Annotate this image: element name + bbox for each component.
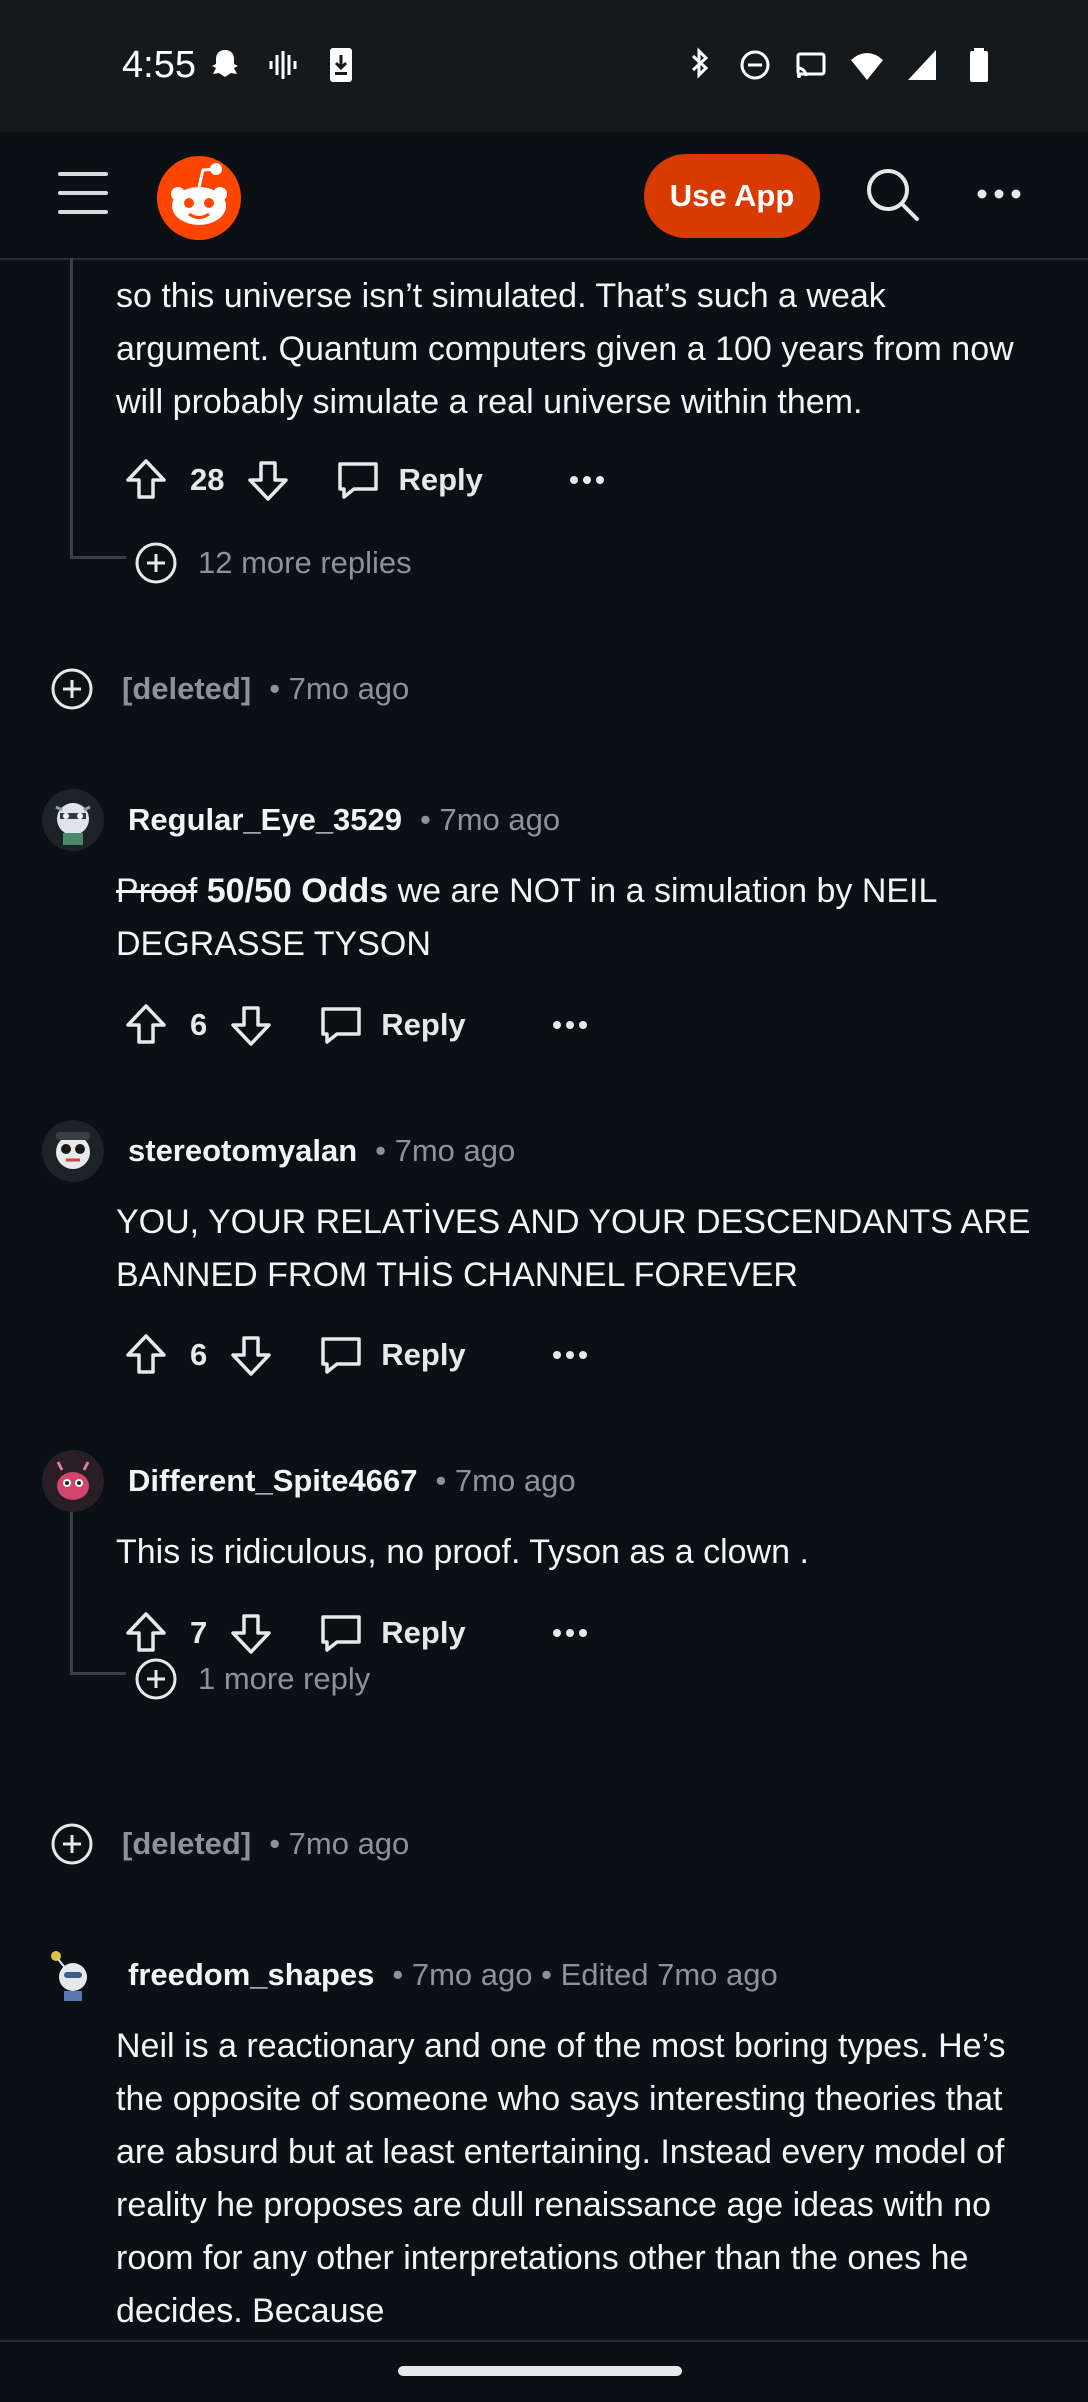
downvote-icon[interactable] — [227, 1331, 275, 1379]
status-bar: 4:55 — [0, 0, 1088, 132]
comment-header: stereotomyalan • 7mo ago — [42, 1120, 515, 1182]
comment-timestamp: • 7mo ago — [269, 671, 410, 706]
comment-body: YOU, YOUR RELATİVES AND YOUR DESCENDANTS… — [116, 1203, 1031, 1294]
comment-header: Regular_Eye_3529 • 7mo ago — [42, 789, 560, 851]
status-notification-icons — [208, 46, 358, 84]
thread-line[interactable] — [70, 258, 73, 558]
comment-body: Neil is a reactionary and one of the mos… — [116, 2027, 1006, 2330]
vote-count: 6 — [190, 1007, 208, 1042]
collapsed-comment[interactable]: [deleted] • 7mo ago — [50, 664, 409, 714]
comment-author[interactable]: Regular_Eye_3529 — [128, 802, 402, 838]
upvote-icon[interactable] — [122, 1609, 170, 1657]
reddit-logo[interactable] — [154, 152, 244, 242]
comment-body: This is ridiculous, no proof. Tyson as a… — [116, 1533, 809, 1571]
comment-author[interactable]: freedom_shapes — [128, 1957, 374, 1993]
download-phone-icon — [330, 48, 352, 82]
cast-icon — [796, 52, 826, 78]
comment-strike-text: Proof — [116, 872, 198, 910]
vote-count: 28 — [190, 462, 225, 497]
wifi-icon — [851, 53, 883, 80]
more-replies-link[interactable]: 1 more reply — [134, 1654, 370, 1704]
app-bar: Use App — [0, 132, 1088, 260]
reply-button[interactable]: Reply — [334, 456, 483, 504]
upvote-icon[interactable] — [122, 1331, 170, 1379]
comment-actions: 6 Reply — [122, 1326, 588, 1384]
comment-actions: 28 Reply — [122, 451, 605, 509]
comment-body: so this universe isn’t simulated. That’s… — [116, 277, 1014, 421]
expand-plus-icon — [135, 1658, 177, 1700]
snapchat-icon — [212, 50, 238, 77]
avatar[interactable] — [42, 1944, 104, 2006]
comment-header: freedom_shapes • 7mo ago • Edited 7mo ag… — [42, 1944, 778, 2006]
upvote-icon[interactable] — [122, 1001, 170, 1049]
do-not-disturb-icon — [740, 50, 770, 80]
reply-label: Reply — [381, 1007, 466, 1042]
more-replies-label: 1 more reply — [198, 1661, 371, 1696]
collapsed-comment[interactable]: [deleted] • 7mo ago — [50, 1819, 409, 1869]
reply-label: Reply — [381, 1615, 466, 1650]
more-replies-link[interactable]: 12 more replies — [134, 538, 412, 588]
expand-plus-icon[interactable] — [50, 667, 94, 711]
comment-timestamp: • 7mo ago — [375, 1133, 516, 1168]
home-gesture-handle[interactable] — [398, 2366, 682, 2376]
voicemail-waves-icon — [269, 51, 297, 79]
thread-connector — [70, 556, 126, 559]
downvote-icon[interactable] — [227, 1609, 275, 1657]
comment-more-icon[interactable] — [552, 1350, 588, 1360]
use-app-button[interactable]: Use App — [644, 154, 820, 238]
reply-button[interactable]: Reply — [317, 1001, 466, 1049]
downvote-icon[interactable] — [227, 1001, 275, 1049]
comment-bubble-icon — [321, 1615, 361, 1652]
hamburger-menu-icon[interactable] — [58, 172, 108, 218]
avatar[interactable] — [42, 1120, 104, 1182]
comment-bold-text: 50/50 Odds — [206, 872, 389, 910]
comment-body: Proof 50/50 Odds we are NOT in a simulat… — [116, 865, 1036, 971]
deleted-author: [deleted] — [122, 671, 252, 706]
bluetooth-icon — [691, 47, 709, 79]
comment-actions: 6 Reply — [122, 996, 588, 1054]
expand-plus-icon — [135, 542, 177, 584]
comment-bubble-icon — [321, 1337, 361, 1374]
cell-signal-icon — [908, 50, 936, 80]
comment-bubble-icon — [338, 462, 379, 499]
comment-more-icon[interactable] — [569, 475, 605, 485]
overflow-menu-icon[interactable] — [976, 182, 1022, 206]
comment-header: Different_Spite4667 • 7mo ago — [42, 1450, 576, 1512]
comment-timestamp: • 7mo ago — [420, 802, 561, 837]
reply-label: Reply — [381, 1337, 466, 1372]
comments-feed[interactable]: so this universe isn’t simulated. That’s… — [0, 258, 1088, 2340]
comment-author[interactable]: Different_Spite4667 — [128, 1463, 417, 1499]
comment-timestamp: • 7mo ago — [269, 1826, 410, 1861]
avatar[interactable] — [42, 1450, 104, 1512]
status-time: 4:55 — [122, 44, 196, 86]
thread-connector — [70, 1672, 126, 1675]
reply-button[interactable]: Reply — [317, 1331, 466, 1379]
reply-label: Reply — [398, 462, 483, 497]
comment-timestamp: • 7mo ago — [435, 1463, 576, 1498]
comment-bubble-icon — [321, 1007, 361, 1044]
upvote-icon[interactable] — [122, 456, 170, 504]
more-replies-label: 12 more replies — [198, 545, 412, 580]
comment-more-icon[interactable] — [552, 1020, 588, 1030]
vote-count: 6 — [190, 1337, 208, 1372]
avatar[interactable] — [42, 789, 104, 851]
expand-plus-icon[interactable] — [50, 1822, 94, 1866]
reply-button[interactable]: Reply — [317, 1609, 466, 1657]
vote-count: 7 — [190, 1615, 208, 1650]
comment-timestamp: • 7mo ago • Edited 7mo ago — [392, 1957, 778, 1992]
deleted-author: [deleted] — [122, 1826, 252, 1861]
battery-icon — [970, 48, 988, 82]
comment-more-icon[interactable] — [552, 1628, 588, 1638]
status-system-icons — [682, 46, 996, 84]
search-icon[interactable] — [862, 164, 922, 224]
navigation-bar — [0, 2340, 1088, 2402]
comment-author[interactable]: stereotomyalan — [128, 1133, 357, 1169]
downvote-icon[interactable] — [244, 456, 292, 504]
